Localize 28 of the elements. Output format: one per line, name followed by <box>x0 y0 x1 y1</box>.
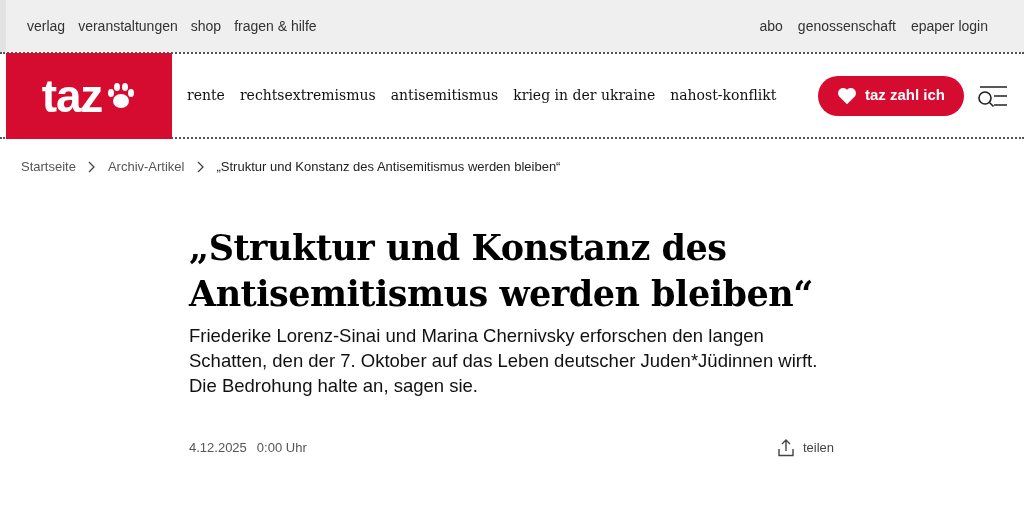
breadcrumb-link[interactable]: Startseite <box>21 157 76 177</box>
chevron-icon <box>87 161 96 173</box>
top-link[interactable]: verlag <box>27 15 66 37</box>
article-date: 4.12.2025 <box>189 439 247 457</box>
article-teaser: Friederike Lorenz-Sinai und Marina Chernivsky erforschen den langen Schatten, den der 7. Oktober auf das Leben deutscher Juden*Jüdinnen wirft. Die Bedrohung halte an, sagen sie. <box>189 324 819 398</box>
nav-link[interactable]: antisemitismus <box>390 85 499 106</box>
nav-link[interactable]: rechtsextremismus <box>239 85 376 106</box>
breadcrumb-link[interactable]: Archiv-Artikel <box>107 157 185 177</box>
nav-link[interactable]: rente <box>187 85 225 106</box>
top-link[interactable]: veranstaltungen <box>78 15 178 37</box>
support-button[interactable]: taz zahl ich <box>817 75 964 116</box>
search-menu-icon[interactable] <box>976 84 1008 107</box>
heart-icon <box>836 86 857 105</box>
top-link[interactable]: shop <box>190 15 222 37</box>
nav-link[interactable]: krieg in der ukraine <box>513 85 656 106</box>
share-button[interactable]: teilen <box>776 438 834 458</box>
taz-logo[interactable]: taz <box>6 52 172 139</box>
article-title: „Struktur und Konstanz des Antisemitismus werden bleiben“ <box>189 226 814 316</box>
article-time: 0:00 Uhr <box>256 439 307 457</box>
nav-link[interactable]: nahost-konflikt <box>670 85 777 106</box>
chevron-icon <box>196 161 205 173</box>
paw-icon <box>106 81 137 110</box>
top-link[interactable]: fragen & hilfe <box>234 15 317 37</box>
top-link[interactable]: abo <box>759 15 783 37</box>
breadcrumb-current: „Struktur und Konstanz des Antisemitismus werden bleiben“ <box>216 158 561 177</box>
top-link[interactable]: genossenschaft <box>797 15 896 37</box>
top-link[interactable]: epaper login <box>910 15 988 37</box>
share-icon <box>776 438 795 457</box>
